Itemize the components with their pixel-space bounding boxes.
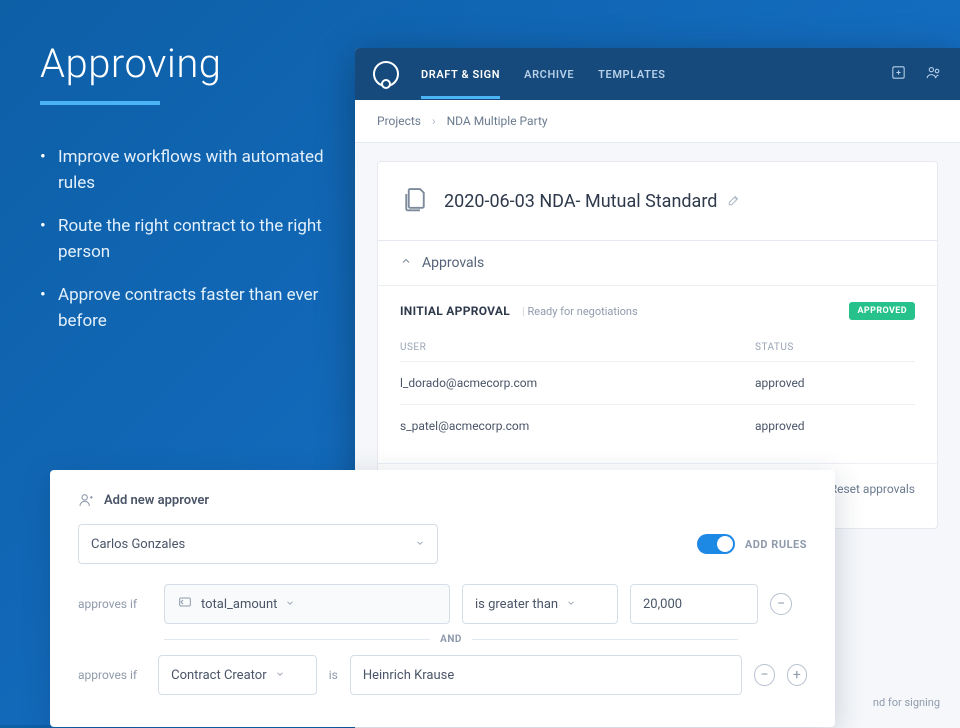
marketing-bullet: Approve contracts faster than ever befor… [40,283,340,334]
approved-badge: APPROVED [849,302,915,320]
chevron-down-icon [566,597,576,612]
add-approver-header: Add new approver [78,492,807,508]
marketing-bullet: Route the right contract to the right pe… [40,214,340,265]
col-status: STATUS [755,342,915,353]
initial-approval-subtitle: Ready for negotiations [522,305,638,318]
reset-label: Reset approvals [830,482,915,496]
tab-archive[interactable]: ARCHIVE [524,50,574,99]
approver-select[interactable]: Carlos Gonzales [78,524,438,564]
app-logo-icon[interactable] [373,61,399,87]
initial-approval-block: INITIAL APPROVAL Ready for negotiations … [378,285,937,463]
breadcrumb: Projects › NDA Multiple Party [355,100,960,143]
variable-icon [177,594,193,614]
and-text: AND [440,634,462,645]
rule1-field-value: total_amount [201,597,277,612]
topbar: DRAFT & SIGN ARCHIVE TEMPLATES [355,48,960,100]
approvals-title: Approvals [422,255,484,271]
status-cell: approved [755,419,915,433]
chevron-down-icon [275,668,285,683]
initial-approval-title: INITIAL APPROVAL [400,304,510,318]
rule-label: approves if [78,597,152,611]
rule1-value-input[interactable]: 20,000 [630,584,758,624]
topbar-icons [890,64,942,85]
rule-label: approves if [78,668,146,682]
user-cell: s_patel@acmecorp.com [400,419,755,433]
status-cell: approved [755,376,915,390]
rule1-field-select[interactable]: total_amount [164,584,450,624]
is-text: is [329,668,338,682]
breadcrumb-current: NDA Multiple Party [447,114,548,128]
remove-rule-button[interactable]: − [770,593,792,615]
tab-templates[interactable]: TEMPLATES [598,50,665,99]
rule1-value: 20,000 [643,597,682,612]
add-rules-label: ADD RULES [745,538,807,551]
add-approver-title: Add new approver [104,493,209,508]
marketing-underline [40,101,160,105]
table-row: s_patel@acmecorp.com approved [400,405,915,447]
chevron-down-icon [285,597,295,612]
rule1-operator-value: is greater than [475,597,558,612]
marketing-panel: Approving Improve workflows with automat… [40,40,340,352]
remove-rule-button[interactable]: − [754,664,774,686]
add-approver-card: Add new approver Carlos Gonzales ADD RUL… [50,470,835,727]
nav-tabs: DRAFT & SIGN ARCHIVE TEMPLATES [421,50,868,99]
approver-value: Carlos Gonzales [91,537,185,552]
marketing-title: Approving [40,40,340,87]
approvals-section-toggle[interactable]: Approvals [378,240,937,285]
chevron-down-icon [415,537,425,552]
chevron-up-icon [400,255,412,271]
rule2-field-value: Contract Creator [171,668,266,683]
edit-title-icon[interactable] [727,192,741,211]
rule1-operator-select[interactable]: is greater than [462,584,618,624]
rule-row-1: approves if total_amount is greater than… [78,584,807,624]
add-rule-button[interactable]: + [787,664,807,686]
approval-table: USER STATUS l_dorado@acmecorp.com approv… [400,334,915,447]
table-row: l_dorado@acmecorp.com approved [400,362,915,405]
chevron-right-icon: › [432,114,436,128]
user-cell: l_dorado@acmecorp.com [400,376,755,390]
team-icon[interactable] [925,64,942,85]
col-user: USER [400,342,755,353]
rule-row-2: approves if Contract Creator is Heinrich… [78,655,807,695]
add-rules-toggle[interactable] [697,534,735,554]
rule2-value: Heinrich Krause [363,668,454,683]
breadcrumb-root[interactable]: Projects [377,114,421,128]
bottom-right-text: nd for signing [873,696,940,709]
add-icon[interactable] [890,64,907,85]
rule2-value-input[interactable]: Heinrich Krause [350,655,742,695]
marketing-bullet: Improve workflows with automated rules [40,145,340,196]
tab-draft-sign[interactable]: DRAFT & SIGN [421,50,500,99]
and-divider: AND [164,634,738,645]
document-icon [400,184,430,218]
document-header: 2020-06-03 NDA- Mutual Standard [378,162,937,240]
rule2-field-select[interactable]: Contract Creator [158,655,317,695]
marketing-list: Improve workflows with automated rules R… [40,145,340,334]
document-title: 2020-06-03 NDA- Mutual Standard [444,191,717,212]
